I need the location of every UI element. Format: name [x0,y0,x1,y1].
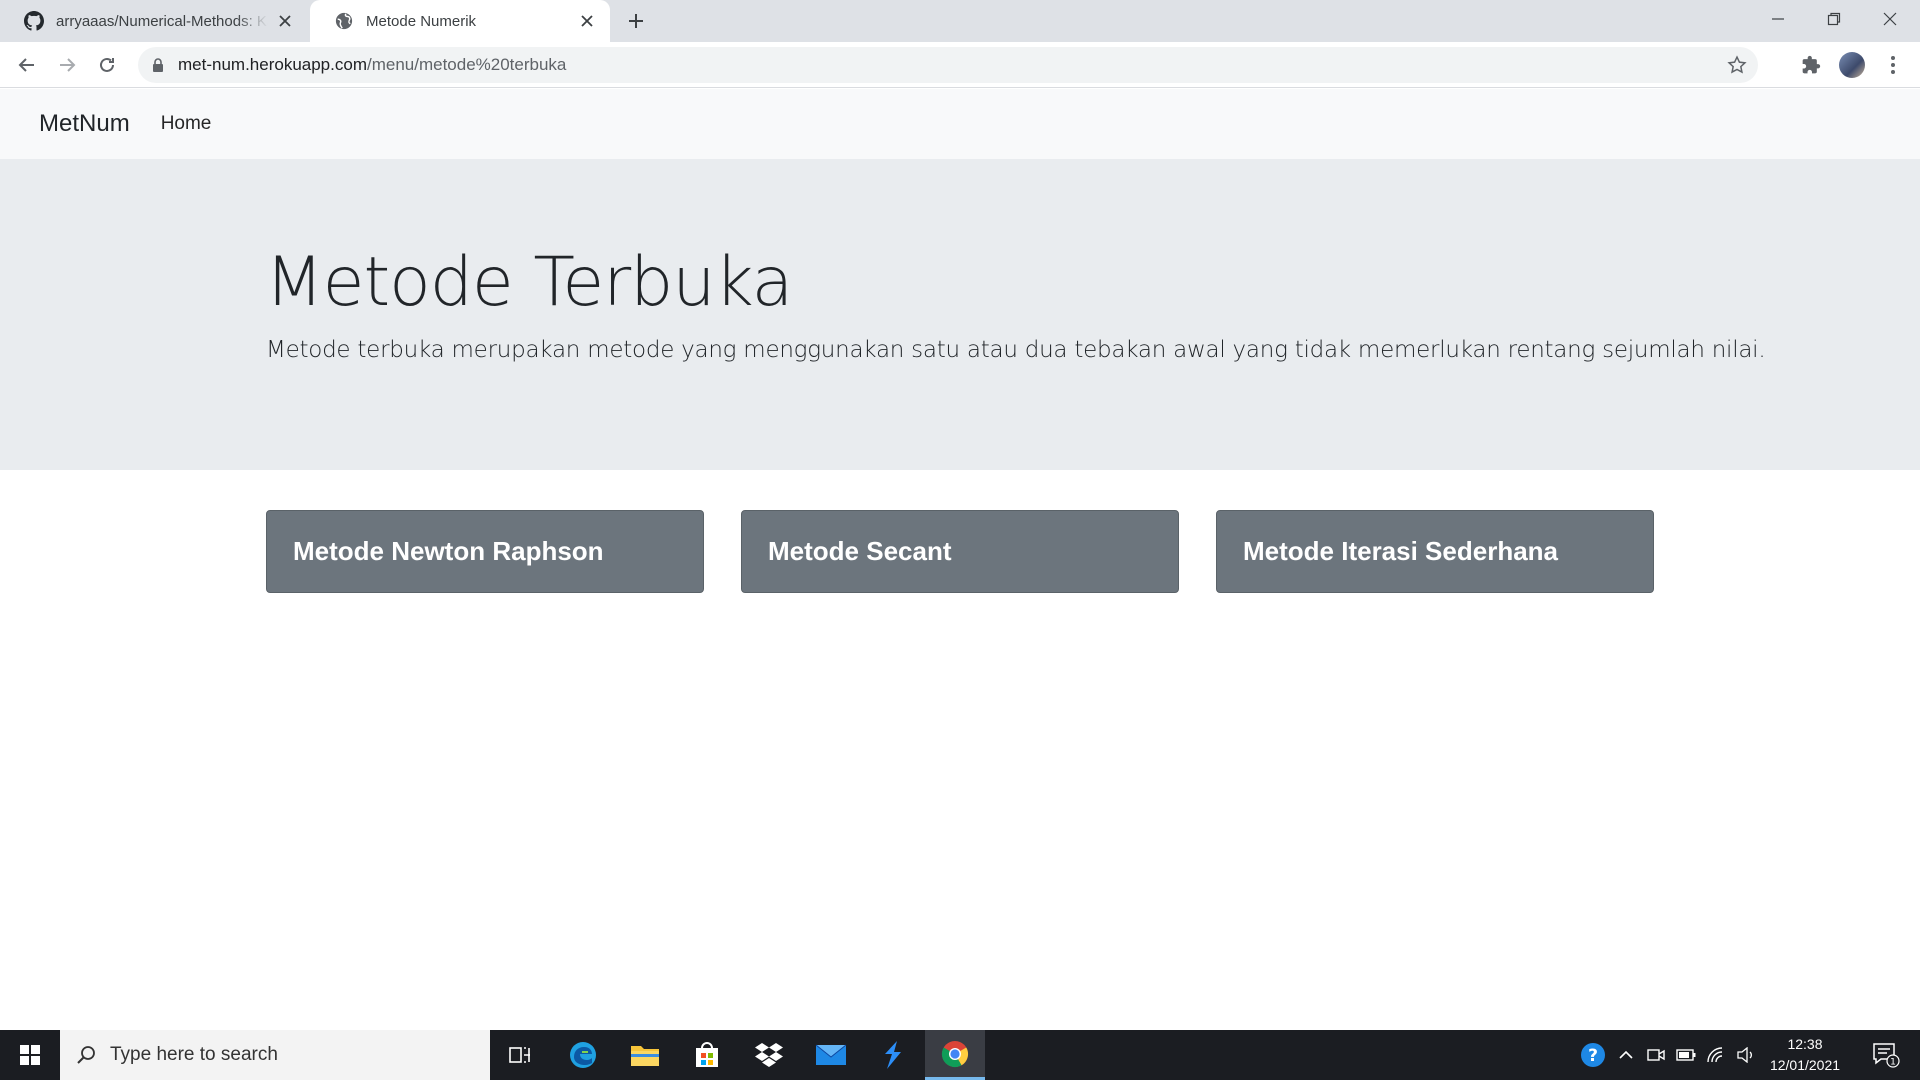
close-icon[interactable] [274,10,296,32]
tab-title: Metode Numerik [366,12,477,30]
page-lead: Metode terbuka merupakan metode yang men… [266,337,1766,363]
minimize-icon [1772,18,1784,20]
store-bag-icon [696,1042,718,1067]
jumbotron: Metode Terbuka Metode terbuka merupakan … [0,159,1920,470]
lock-icon [153,58,163,72]
browser-menu-button[interactable] [1877,49,1909,81]
restore-icon [1827,12,1841,26]
reload-icon [100,57,114,72]
wifi-tray[interactable] [1704,1030,1728,1080]
close-window-button[interactable] [1862,0,1918,38]
volume-tray[interactable] [1734,1030,1758,1080]
close-icon[interactable] [576,10,598,32]
notification-icon: 1 [1873,1043,1900,1068]
profile-avatar[interactable] [1836,49,1868,81]
windows-logo-icon [20,1045,40,1065]
new-tab-button[interactable] [620,9,652,33]
speaker-icon [1737,1047,1752,1063]
chevron-up-icon [1619,1050,1633,1059]
taskbar-mail[interactable] [801,1030,861,1080]
task-view-icon [509,1047,530,1063]
url-text: met-num.herokuapp.com/menu/metode%20terb… [178,55,566,75]
lightning-app-icon [885,1041,901,1069]
task-view-button[interactable] [490,1030,550,1080]
search-placeholder: Type here to search [110,1044,278,1065]
camera-icon [1647,1049,1665,1061]
clock-date: 12/01/2021 [1769,1057,1841,1073]
taskbar-dropbox[interactable] [739,1030,799,1080]
bookmark-star-icon[interactable] [1726,54,1748,76]
plus-icon [629,14,643,28]
taskbar-clock[interactable]: 12:38 12/01/2021 [1760,1034,1850,1076]
method-card-iterasi-sederhana[interactable]: Metode Iterasi Sederhana [1216,510,1654,593]
help-icon: ? [1581,1043,1605,1067]
nav-link-home[interactable]: Home [161,113,212,135]
action-center-button[interactable]: 1 [1866,1030,1906,1080]
battery-icon [1676,1049,1696,1061]
wifi-icon [1707,1047,1723,1063]
taskbar-edge[interactable] [553,1030,613,1080]
extensions-button[interactable] [1795,49,1827,81]
avatar [1839,52,1865,78]
forward-button[interactable] [51,49,83,81]
dropbox-icon [755,1043,783,1067]
arrow-left-icon [18,58,34,72]
taskbar-file-explorer[interactable] [615,1030,675,1080]
taskbar-chrome[interactable] [925,1030,985,1080]
meet-now-tray[interactable] [1644,1030,1668,1080]
address-bar[interactable]: met-num.herokuapp.com/menu/metode%20terb… [138,47,1758,83]
url-path: /menu/metode%20terbuka [366,55,567,74]
taskbar-store[interactable] [677,1030,737,1080]
reload-button[interactable] [91,49,123,81]
taskbar-search-box[interactable]: Type here to search [60,1030,490,1080]
chrome-icon [941,1040,969,1067]
kebab-menu-icon [1891,56,1895,74]
puzzle-icon [1802,55,1821,74]
globe-icon [334,11,354,31]
edge-icon [570,1042,596,1068]
browser-toolbar: met-num.herokuapp.com/menu/metode%20terb… [0,42,1920,88]
taskbar-vscode-app[interactable] [863,1030,923,1080]
start-button[interactable] [0,1030,60,1080]
github-icon [24,11,44,31]
windows-taskbar: Type here to search ? 12:38 12/01/2021 1 [0,1030,1920,1080]
show-hidden-icons-button[interactable] [1614,1030,1638,1080]
tab-github[interactable]: arryaaas/Numerical-Methods: Ka [0,0,308,42]
help-tray-icon[interactable]: ? [1578,1030,1608,1080]
tab-title: arryaaas/Numerical-Methods: Ka [56,12,268,30]
restore-button[interactable] [1806,0,1862,38]
method-card-newton-raphson[interactable]: Metode Newton Raphson [266,510,704,593]
minimize-button[interactable] [1750,0,1806,38]
arrow-right-icon [60,58,76,72]
tab-metode-numerik[interactable]: Metode Numerik [310,0,610,42]
folder-icon [631,1046,659,1066]
battery-tray[interactable] [1674,1030,1698,1080]
clock-time: 12:38 [1787,1036,1823,1052]
back-button[interactable] [11,49,43,81]
search-icon [77,1046,95,1064]
navbar-brand[interactable]: MetNum [39,110,130,138]
site-navbar: MetNum Home [0,89,1920,159]
close-icon [1883,12,1897,26]
notification-count: 1 [1890,1058,1896,1068]
page-title: Metode Terbuka [265,243,793,322]
browser-tab-strip: arryaaas/Numerical-Methods: Ka Metode Nu… [0,0,1920,42]
svg-text:?: ? [1588,1046,1598,1066]
mail-icon [815,1044,847,1065]
url-host: met-num.herokuapp.com [178,55,367,74]
method-card-secant[interactable]: Metode Secant [741,510,1179,593]
